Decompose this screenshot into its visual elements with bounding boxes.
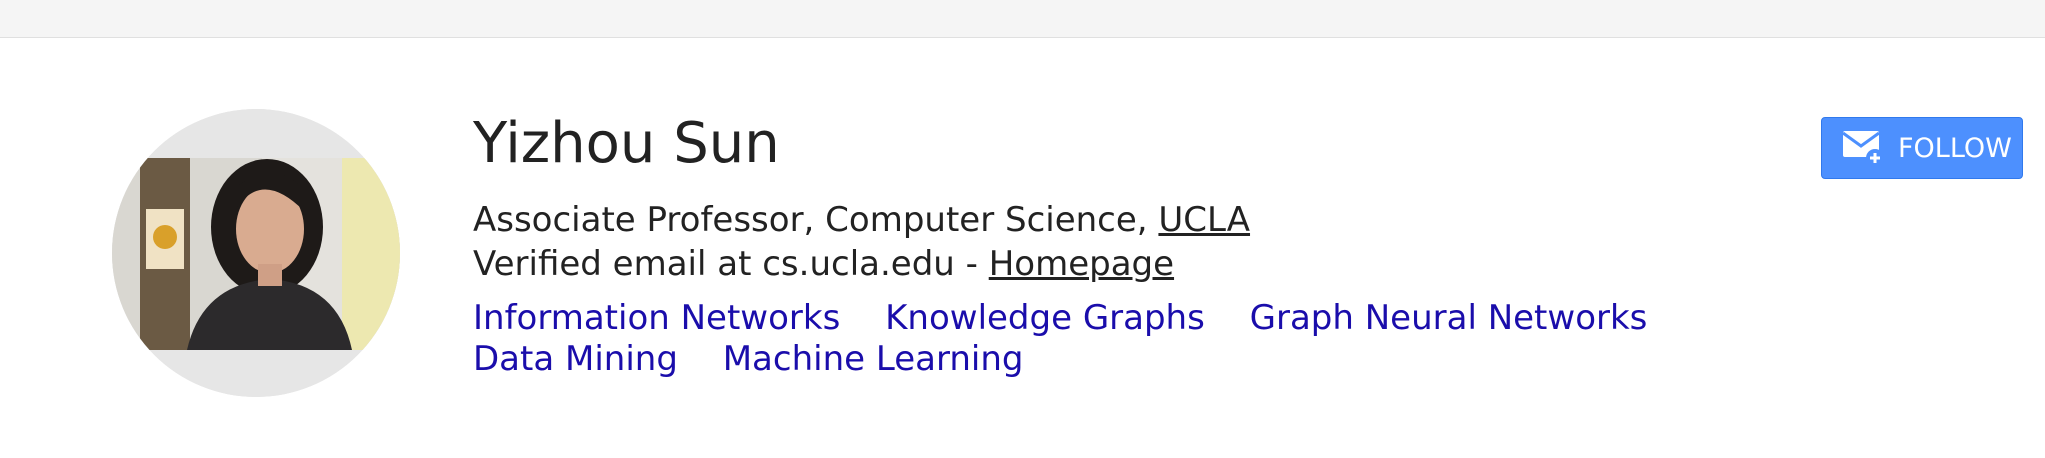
- follow-label: FOLLOW: [1898, 132, 2012, 164]
- mail-plus-icon: [1842, 128, 1886, 168]
- follow-button[interactable]: FOLLOW: [1821, 117, 2023, 179]
- interests-list: Information Networks Knowledge Graphs Gr…: [473, 298, 1853, 380]
- email-line: Verified email at cs.ucla.edu - Homepage: [473, 242, 1853, 286]
- interest-link[interactable]: Graph Neural Networks: [1250, 298, 1648, 338]
- homepage-link[interactable]: Homepage: [989, 244, 1174, 284]
- profile-photo: [112, 109, 400, 397]
- profile-info: Yizhou Sun Associate Professor, Computer…: [473, 108, 1853, 380]
- photo-image: [112, 109, 400, 397]
- interest-link[interactable]: Information Networks: [473, 298, 840, 338]
- email-text: Verified email at cs.ucla.edu -: [473, 244, 989, 284]
- profile-name: Yizhou Sun: [473, 111, 780, 176]
- interest-link[interactable]: Machine Learning: [723, 339, 1024, 379]
- interest-link[interactable]: Knowledge Graphs: [885, 298, 1205, 338]
- interest-link[interactable]: Data Mining: [473, 339, 678, 379]
- affiliation-link[interactable]: UCLA: [1158, 200, 1250, 240]
- affiliation-line: Associate Professor, Computer Science, U…: [473, 198, 1853, 242]
- top-bar: [0, 0, 2045, 38]
- affiliation-text: Associate Professor, Computer Science,: [473, 200, 1159, 240]
